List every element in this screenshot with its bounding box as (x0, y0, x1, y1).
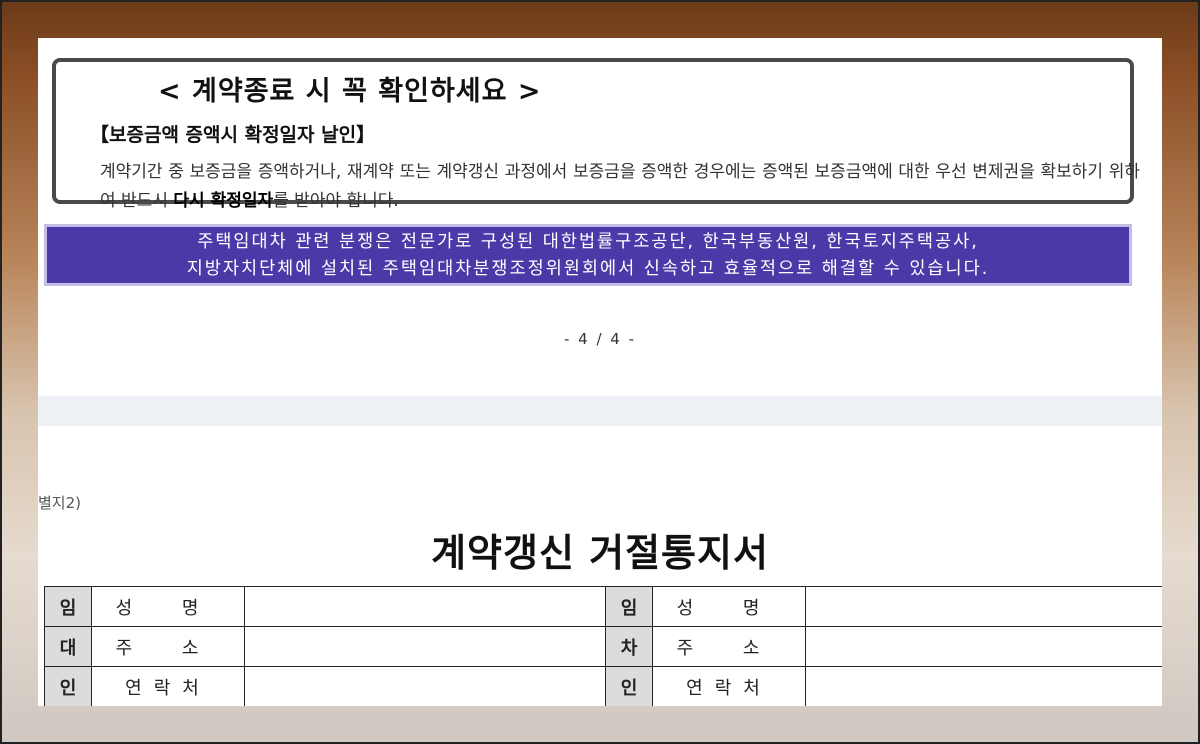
tenant-name-label: 성 명 (652, 586, 806, 627)
tenant-contact-field[interactable] (805, 666, 1162, 706)
banner-line-2: 지방자치단체에 설치된 주택임대차분쟁조정위원회에서 신속하고 효율적으로 해결… (186, 259, 990, 279)
notice-title: < 계약종료 시 꼭 확인하세요 > (136, 69, 564, 108)
table-row: 임 성 명 임 성 명 (44, 586, 1162, 627)
dispute-banner: 주택임대차 관련 분쟁은 전문가로 구성된 대한법률구조공단, 한국부동산원, … (44, 224, 1132, 286)
tenant-address-label: 주 소 (652, 626, 806, 667)
tenant-side-label: 임 (605, 586, 653, 627)
landlord-name-label: 성 명 (91, 586, 245, 627)
landlord-side-label: 인 (44, 666, 92, 706)
landlord-name-field[interactable] (244, 586, 606, 627)
tenant-side-label: 차 (605, 626, 653, 667)
tenant-name-field[interactable] (805, 586, 1162, 627)
table-row: 인 연락처 인 연락처 (44, 666, 1162, 706)
party-info-table: 임 성 명 임 성 명 대 주 소 차 주 소 인 연락처 인 연락처 (44, 586, 1162, 706)
table-row: 대 주 소 차 주 소 (44, 626, 1162, 667)
banner-line-1: 주택임대차 관련 분쟁은 전문가로 구성된 대한법률구조공단, 한국부동산원, … (197, 232, 979, 252)
landlord-address-field[interactable] (244, 626, 606, 667)
landlord-contact-label: 연락처 (91, 666, 245, 706)
notice-body-text-end: 를 받아야 합니다. (273, 191, 399, 211)
landlord-contact-field[interactable] (244, 666, 606, 706)
tenant-contact-label: 연락처 (652, 666, 806, 706)
notice-body-emphasis: 다시 확정일자 (173, 191, 274, 211)
notice-body: 계약기간 중 보증금을 증액하거나, 재계약 또는 계약갱신 과정에서 보증금을… (100, 158, 1140, 216)
tenant-side-label: 인 (605, 666, 653, 706)
notice-subtitle: 【보증금액 증액시 확정일자 날인】 (90, 124, 376, 146)
tenant-address-field[interactable] (805, 626, 1162, 667)
form-title: 계약갱신 거절통지서 (431, 531, 769, 575)
annex-label: 별지2) (38, 494, 81, 512)
document-page-4: < 계약종료 시 꼭 확인하세요 > 【보증금액 증액시 확정일자 날인】 계약… (38, 38, 1162, 396)
notice-box: < 계약종료 시 꼭 확인하세요 > 【보증금액 증액시 확정일자 날인】 계약… (52, 58, 1140, 211)
page-gap (38, 396, 1162, 426)
document-page-annex: 별지2) 계약갱신 거절통지서 임 성 명 임 성 명 대 주 소 차 주 소 … (38, 426, 1162, 706)
landlord-side-label: 대 (44, 626, 92, 667)
landlord-side-label: 임 (44, 586, 92, 627)
landlord-address-label: 주 소 (91, 626, 245, 667)
page-number: - 4 / 4 - (563, 330, 637, 348)
